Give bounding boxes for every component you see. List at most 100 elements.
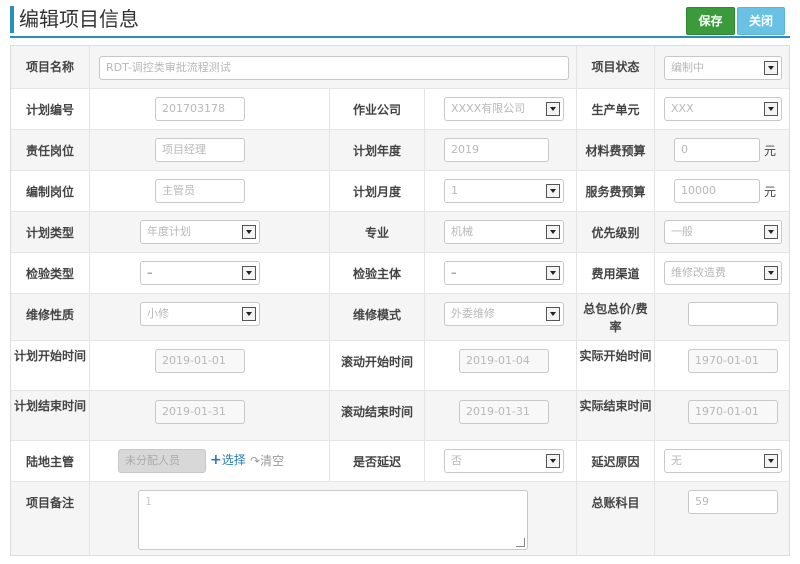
project-name-label: 项目名称	[25, 60, 74, 74]
project-status-value: 编制中	[671, 61, 704, 74]
maint-mode-value: 外委维修	[451, 307, 495, 320]
plan-start-input[interactable]: 2019-01-01	[155, 349, 245, 373]
maint-mode-select[interactable]: 外委维修	[444, 302, 564, 326]
title-accent-bar	[10, 6, 14, 33]
resize-handle-icon[interactable]	[516, 538, 525, 547]
actual-end-label: 实际结束时间	[579, 399, 652, 413]
delay-reason-label: 延迟原因	[591, 455, 640, 469]
form-row: 责任岗位 项目经理 计划年度 2019 材料费预算 0 元	[11, 130, 789, 171]
is-delayed-select[interactable]: 否	[444, 449, 564, 473]
project-status-select[interactable]: 编制中	[664, 56, 782, 80]
plan-start-label: 计划开始时间	[13, 349, 86, 363]
plan-month-select[interactable]: 1	[444, 179, 564, 203]
plan-end-input[interactable]: 2019-01-31	[155, 400, 245, 424]
chevron-down-icon	[546, 102, 560, 116]
edit-post-label: 编制岗位	[25, 185, 74, 199]
actual-start-label: 实际开始时间	[579, 349, 652, 363]
fee-channel-value: 维修改造费	[671, 266, 726, 279]
redo-arrow-icon: ↷	[250, 454, 261, 468]
chevron-down-icon	[546, 225, 560, 239]
land-manager-input[interactable]: 未分配人员	[118, 449, 206, 473]
chevron-down-icon	[546, 454, 560, 468]
fee-channel-select[interactable]: 维修改造费	[664, 261, 782, 285]
form-row: 检验类型 – 检验主体 – 费用渠道 维修改造费	[11, 253, 789, 294]
form-row: 项目名称 RDT-调控类审批流程测试 项目状态 编制中	[11, 46, 789, 89]
remarks-value: 1	[145, 495, 152, 508]
inspect-type-select[interactable]: –	[140, 261, 260, 285]
maint-mode-label: 维修模式	[352, 308, 401, 322]
priority-select[interactable]: 一般	[664, 220, 782, 244]
fee-channel-label: 费用渠道	[591, 267, 640, 281]
actual-start-input[interactable]: 1970-01-01	[688, 349, 778, 373]
close-button[interactable]: 关闭	[737, 7, 785, 35]
inspect-body-select[interactable]: –	[444, 261, 564, 285]
chevron-down-icon	[546, 184, 560, 198]
chevron-down-icon	[546, 266, 560, 280]
save-button[interactable]: 保存	[686, 7, 735, 35]
priority-value: 一般	[671, 225, 693, 238]
company-label: 作业公司	[352, 103, 401, 117]
clear-manager-button[interactable]: ↷清空	[250, 452, 284, 469]
specialty-select[interactable]: 机械	[444, 220, 564, 244]
delay-reason-select[interactable]: 无	[664, 449, 782, 473]
service-budget-input[interactable]: 10000	[674, 179, 760, 203]
title-underline	[10, 36, 790, 38]
plan-year-input[interactable]: 2019	[444, 138, 549, 162]
unit-label: 生产单元	[591, 103, 640, 117]
package-price-label: 总包总价/费率	[583, 302, 648, 334]
package-price-input[interactable]	[688, 302, 778, 326]
inspect-type-label: 检验类型	[25, 267, 74, 281]
page-title: 编辑项目信息	[19, 7, 139, 31]
plan-no-label: 计划编号	[25, 103, 74, 117]
plan-type-select[interactable]: 年度计划	[140, 220, 260, 244]
select-manager-button[interactable]: +选择	[210, 451, 246, 468]
inspect-body-label: 检验主体	[352, 267, 401, 281]
roll-start-input[interactable]: 2019-01-04	[459, 349, 549, 373]
unit-select[interactable]: XXX	[664, 97, 782, 121]
page-header: 编辑项目信息 保存 关闭	[0, 0, 800, 40]
edit-post-input[interactable]: 主管员	[155, 179, 245, 203]
chevron-down-icon	[546, 307, 560, 321]
company-select[interactable]: XXXX有限公司	[444, 97, 564, 121]
select-manager-label: 选择	[221, 453, 246, 467]
company-value: XXXX有限公司	[451, 102, 526, 115]
service-budget-label: 服务费预算	[585, 185, 646, 199]
is-delayed-label: 是否延迟	[352, 455, 401, 469]
ledger-input[interactable]: 59	[688, 490, 778, 514]
project-form: 项目名称 RDT-调控类审批流程测试 项目状态 编制中 计划编号 2017031…	[10, 45, 790, 556]
land-manager-label: 陆地主管	[25, 455, 74, 469]
plan-no-input[interactable]: 201703178	[155, 97, 245, 121]
form-row: 计划类型 年度计划 专业 机械 优先级别 一般	[11, 212, 789, 253]
resp-post-label: 责任岗位	[25, 144, 74, 158]
chevron-down-icon	[764, 225, 778, 239]
inspect-type-value: –	[147, 266, 153, 279]
project-name-input[interactable]: RDT-调控类审批流程测试	[99, 56, 569, 80]
maint-nature-value: 小修	[147, 307, 169, 320]
remarks-textarea[interactable]: 1	[138, 490, 528, 550]
clear-manager-label: 清空	[260, 454, 285, 468]
form-row: 编制岗位 主管员 计划月度 1 服务费预算 10000 元	[11, 171, 789, 212]
roll-end-input[interactable]: 2019-01-31	[459, 400, 549, 424]
chevron-down-icon	[764, 266, 778, 280]
roll-start-label: 滚动开始时间	[340, 355, 413, 369]
is-delayed-value: 否	[451, 454, 462, 467]
ledger-label: 总账科目	[591, 496, 640, 510]
actual-end-input[interactable]: 1970-01-01	[688, 400, 778, 424]
material-budget-input[interactable]: 0	[674, 138, 760, 162]
form-row: 计划结束时间 2019-01-31 滚动结束时间 2019-01-31 实际结束…	[11, 391, 789, 441]
inspect-body-value: –	[451, 266, 457, 279]
plan-end-label: 计划结束时间	[13, 399, 86, 413]
resp-post-input[interactable]: 项目经理	[155, 138, 245, 162]
remarks-label: 项目备注	[25, 496, 74, 510]
plan-year-label: 计划年度	[352, 144, 401, 158]
maint-nature-label: 维修性质	[25, 308, 74, 322]
chevron-down-icon	[764, 61, 778, 75]
material-budget-label: 材料费预算	[585, 144, 646, 158]
maint-nature-select[interactable]: 小修	[140, 302, 260, 326]
delay-reason-value: 无	[671, 454, 682, 467]
specialty-label: 专业	[364, 226, 389, 240]
unit-value: XXX	[671, 102, 694, 115]
service-budget-unit: 元	[764, 185, 777, 199]
specialty-value: 机械	[451, 225, 473, 238]
plus-icon: +	[210, 452, 222, 468]
